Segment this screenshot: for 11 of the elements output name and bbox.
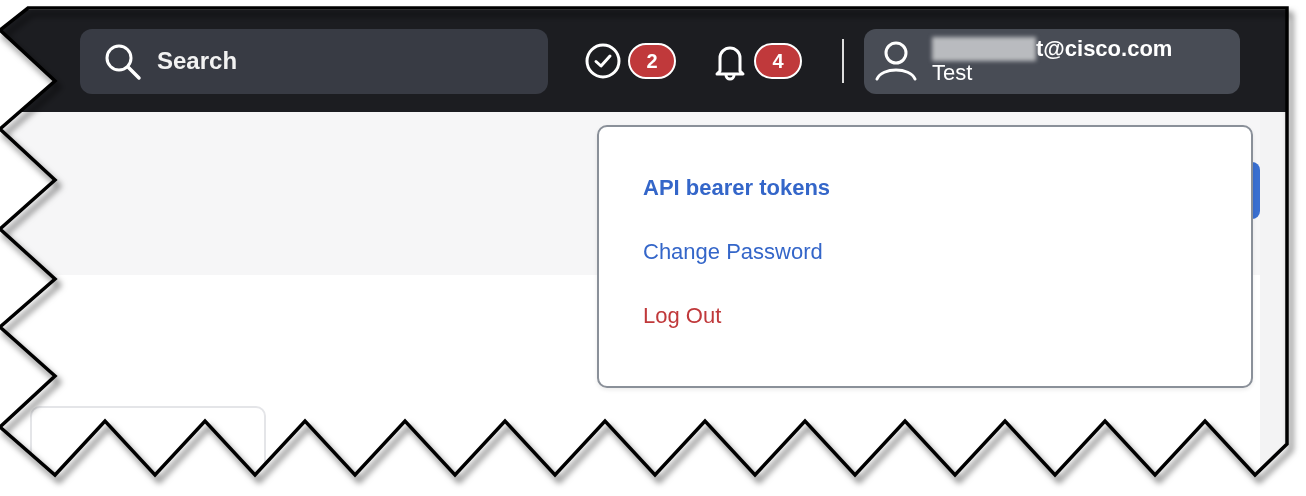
checkmark-circle-icon[interactable]: [584, 42, 622, 80]
menu-item[interactable]: Change Password: [643, 233, 823, 271]
user-subtitle: Test: [932, 61, 974, 85]
count-badge: 2: [628, 43, 676, 79]
user-menu-button[interactable]: t@cisco.com Test: [864, 28, 1240, 94]
user-email: t@cisco.com: [1036, 37, 1173, 61]
count-badge: 4: [754, 43, 802, 79]
user-icon: [874, 39, 918, 83]
search-field[interactable]: Search: [80, 28, 548, 94]
menu-item[interactable]: API bearer tokens: [643, 169, 831, 207]
menu-item[interactable]: Log Out: [643, 297, 722, 335]
